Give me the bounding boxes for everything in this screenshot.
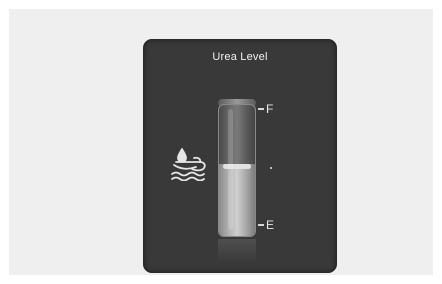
empty-label: E <box>266 218 275 232</box>
urea-level-fill <box>219 163 255 236</box>
urea-level-display: Urea Level F E <box>143 39 337 273</box>
gauge-tube <box>218 104 256 237</box>
urea-fluid-icon <box>171 148 206 181</box>
full-label: F <box>266 102 274 116</box>
display-title: Urea Level <box>212 51 268 63</box>
mid-tick <box>270 167 272 169</box>
image-background: Urea Level F E <box>9 9 433 275</box>
full-tick <box>258 108 264 110</box>
tube-highlight <box>228 109 233 230</box>
empty-tick <box>258 224 264 226</box>
tube-reflection <box>218 239 256 263</box>
